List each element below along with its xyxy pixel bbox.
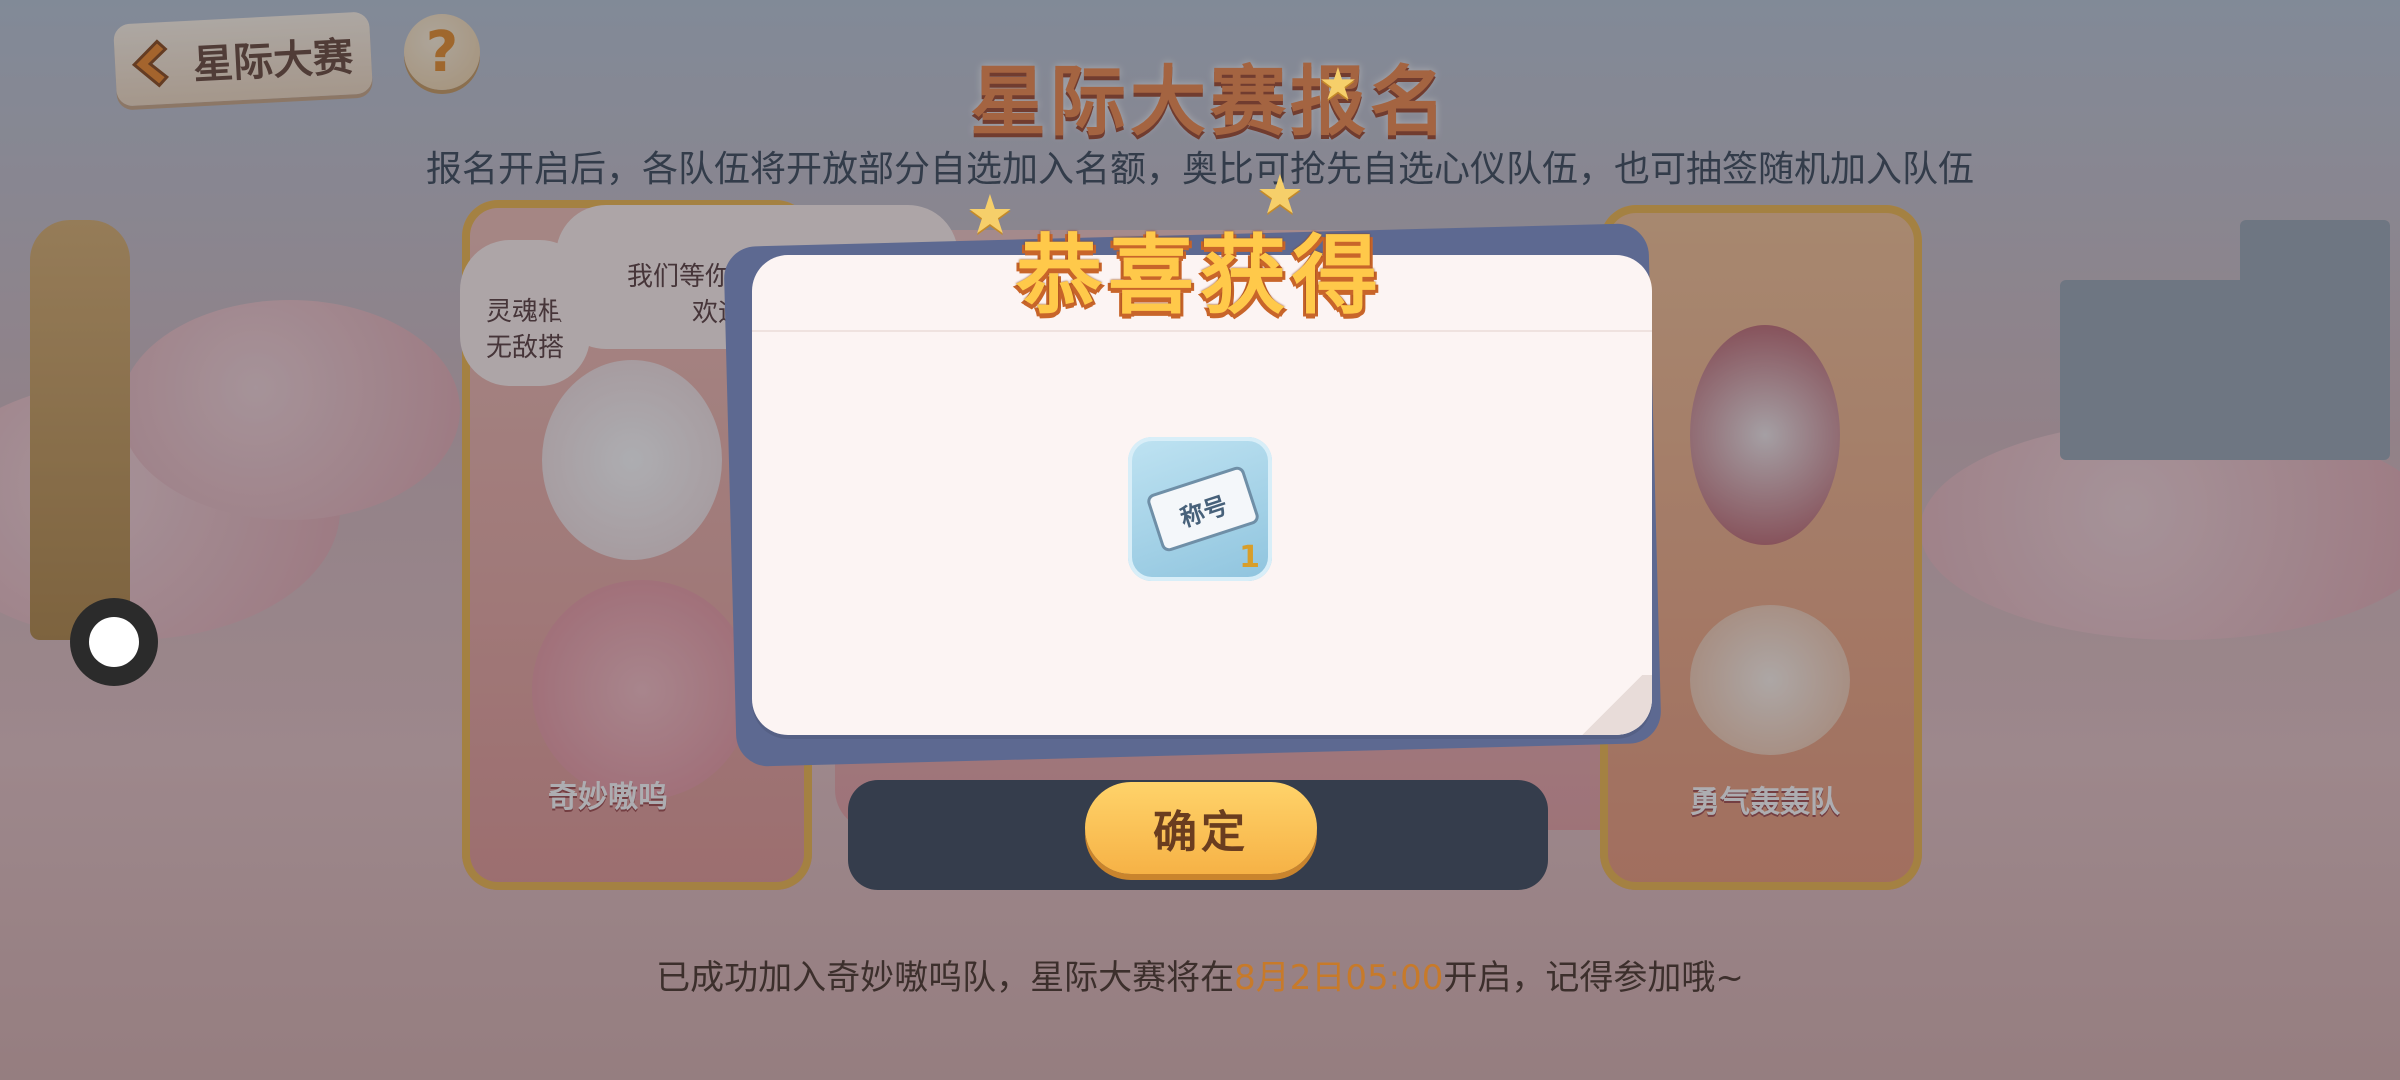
reward-item-count: 1 xyxy=(1239,540,1260,575)
page-curl xyxy=(1572,675,1652,735)
floating-assist-button[interactable] xyxy=(70,598,158,686)
game-screen: 星际大赛 ? 星际大赛报名 报名开启后，各队伍将开放部分自选加入名额，奥比可抢先… xyxy=(0,0,2400,1080)
confirm-button[interactable]: 确定 xyxy=(1085,782,1317,874)
join-status-text: 已成功加入奇妙嗷呜队，星际大赛将在8月2日05:00开启，记得参加哦~ xyxy=(0,950,2400,999)
reward-item-label: 称号 xyxy=(1176,490,1231,533)
confirm-button-label: 确定 xyxy=(1153,807,1249,858)
modal-divider xyxy=(752,330,1652,332)
reward-item-title[interactable]: 称号 1 xyxy=(1128,437,1272,581)
join-status-date: 8月2日05:00 xyxy=(1234,958,1444,998)
join-status-after: 开启，记得参加哦~ xyxy=(1443,958,1744,998)
star-icon: ★ xyxy=(1318,59,1358,110)
join-status-before: 已成功加入奇妙嗷呜队，星际大赛将在 xyxy=(656,958,1235,998)
modal-title: 恭喜获得 xyxy=(1016,226,1384,326)
